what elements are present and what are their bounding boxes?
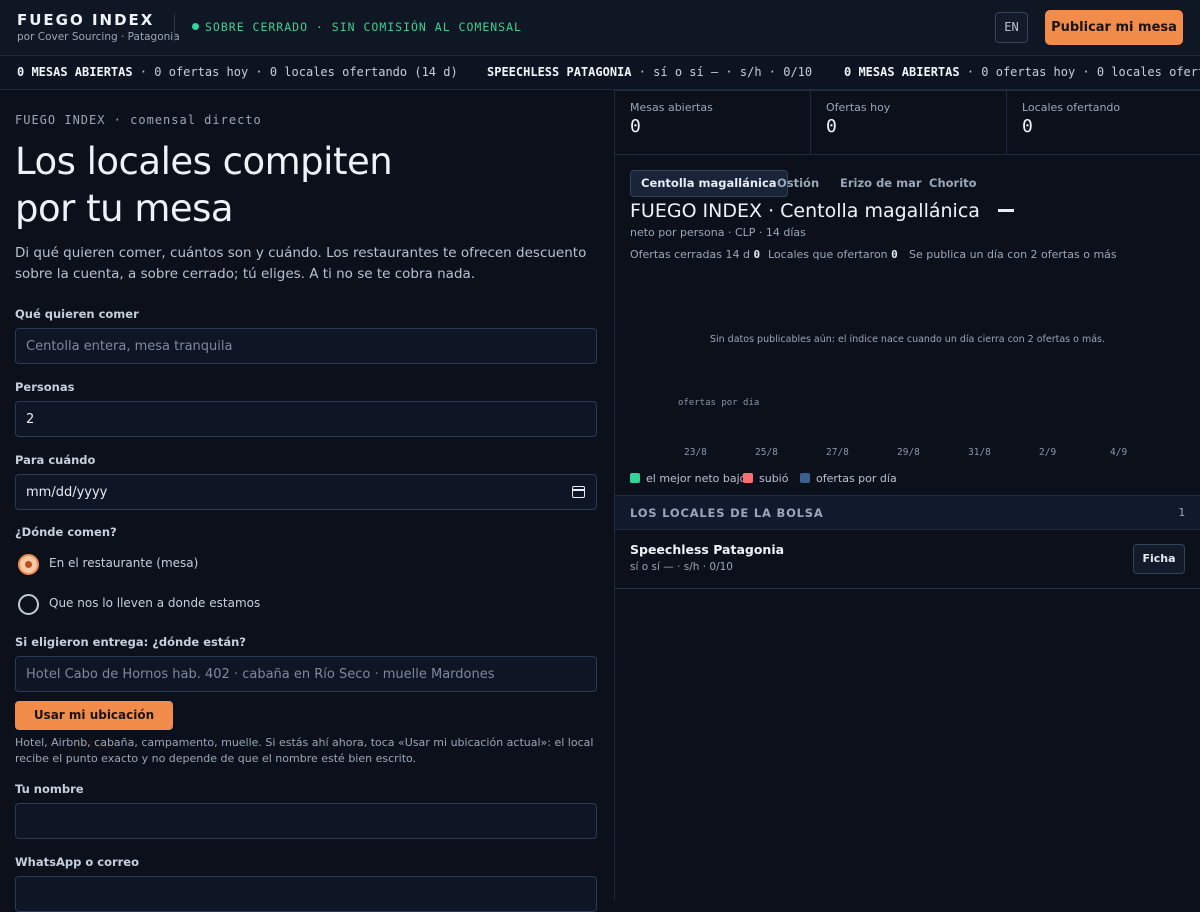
stat-value: 0 (826, 116, 837, 137)
stat-bidding-venues: Locales ofertando 0 (1006, 91, 1200, 154)
what-input[interactable]: Centolla entera, mesa tranquila (15, 328, 597, 364)
where-label: ¿Dónde comen? (15, 525, 117, 539)
chart-empty-message: Sin datos publicables aún: el índice nac… (709, 334, 1106, 345)
legend-label: el mejor neto bajó (646, 472, 747, 485)
radio-delivery[interactable] (18, 594, 39, 615)
index-subtitle: neto por persona · CLP · 14 días (630, 226, 806, 239)
publish-table-button[interactable]: Publicar mi mesa (1045, 10, 1183, 45)
metric-value: 0 (891, 248, 898, 261)
stat-value: 0 (1022, 116, 1033, 137)
list-item: Speechless Patagonia sí o sí — · s/h · 0… (615, 531, 1200, 589)
chart-legend-item: ofertas por día (800, 472, 897, 485)
tab-erizo[interactable]: Erizo de mar (840, 170, 922, 197)
stat-value: 0 (630, 116, 641, 137)
chart-legend-item: el mejor neto bajó (630, 472, 746, 485)
location-hint: Hotel, Airbnb, cabaña, campamento, muell… (15, 736, 594, 765)
chart-x-tick: 29/8 (897, 447, 920, 458)
form-intro: Di qué quieren comer, cuántos son y cuán… (15, 245, 587, 282)
legend-label: ofertas por día (816, 472, 897, 485)
chart-x-tick: 23/8 (684, 447, 707, 458)
ticker-item-bold: 0 MESAS ABIERTAS (844, 65, 960, 79)
chart-x-tick: 27/8 (826, 447, 849, 458)
stat-offers-today: Ofertas hoy 0 (810, 91, 1006, 154)
tab-centolla[interactable]: Centolla magallánica (630, 170, 788, 197)
date-input[interactable]: mm/dd/yyyy (15, 474, 597, 510)
name-label: Tu nombre (15, 782, 84, 796)
form-eyebrow: FUEGO INDEX · comensal directo (15, 113, 262, 127)
page-title-line2: por tu mesa (15, 187, 234, 230)
stat-label: Locales ofertando (1022, 101, 1121, 114)
legend-swatch-icon (800, 473, 810, 483)
chart-x-tick: 4/9 (1110, 447, 1128, 458)
chart-y-axis-label: ofertas por dia (678, 398, 760, 408)
ticker-item-text: · 0 ofertas hoy · 0 locales ofertando (1… (966, 65, 1200, 79)
delivery-location-label: Si eligieron entrega: ¿dónde están? (15, 635, 246, 649)
ticker-item: SPEECHLESS PATAGONIA · sí o sí — · s/h ·… (487, 65, 812, 79)
legend-swatch-icon (630, 473, 640, 483)
header-divider (174, 13, 175, 42)
ticker-bar: 0 MESAS ABIERTAS · 0 ofertas hoy · 0 loc… (0, 56, 1200, 90)
brand-name: FUEGO INDEX (17, 11, 155, 29)
chart-x-tick: 2/9 (1039, 447, 1057, 458)
chart-legend-item: subió (743, 472, 788, 485)
index-title: FUEGO INDEX · Centolla magallánica (630, 200, 980, 222)
tab-ostion[interactable]: Ostión (777, 170, 819, 197)
index-trend-dash (998, 209, 1014, 212)
venues-section-title: LOS LOCALES DE LA BOLSA (630, 506, 824, 520)
delivery-location-input[interactable]: Hotel Cabo de Hornos hab. 402 · cabaña e… (15, 656, 597, 692)
stat-label: Mesas abiertas (630, 101, 713, 114)
brand[interactable]: FUEGO INDEX por Cover Sourcing · Patagon… (17, 11, 180, 43)
date-input-value: mm/dd/yyyy (26, 485, 108, 500)
venues-section-header: LOS LOCALES DE LA BOLSA 1 (615, 495, 1200, 530)
metric-label: Ofertas cerradas 14 d (630, 248, 750, 261)
tab-chorito[interactable]: Chorito (929, 170, 977, 197)
name-input[interactable] (15, 803, 597, 839)
radio-restaurant-label[interactable]: En el restaurante (mesa) (49, 556, 198, 570)
stats-bar: Mesas abiertas 0 Ofertas hoy 0 Locales o… (615, 90, 1200, 155)
venues-count: 1 (1178, 506, 1185, 519)
venue-meta: sí o sí — · s/h · 0/10 (630, 561, 733, 573)
radio-restaurant[interactable] (18, 554, 39, 575)
calendar-icon[interactable] (572, 486, 585, 498)
top-bar: FUEGO INDEX por Cover Sourcing · Patagon… (0, 0, 1200, 56)
ticker-item-bold: SPEECHLESS PATAGONIA (487, 65, 632, 79)
chart-x-tick: 25/8 (755, 447, 778, 458)
stat-open-tables: Mesas abiertas 0 (615, 91, 810, 154)
ticker-item-text: · sí o sí — · s/h · 0/10 (631, 65, 813, 79)
contact-input[interactable] (15, 876, 597, 912)
page-title-line1: Los locales compiten (15, 140, 393, 183)
metric-value: 0 (753, 248, 761, 261)
publish-rule: Se publica un día con 2 ofertas o más (909, 248, 1117, 261)
venue-profile-button[interactable]: Ficha (1133, 544, 1185, 574)
radio-delivery-label[interactable]: Que nos lo lleven a donde estamos (49, 596, 260, 610)
ticker-item-text: · 0 ofertas hoy · 0 locales ofertando (1… (132, 65, 458, 79)
date-label: Para cuándo (15, 453, 96, 467)
request-form-panel: FUEGO INDEX · comensal directo Los local… (0, 90, 615, 912)
language-toggle-button[interactable]: EN (995, 12, 1028, 43)
chart-x-tick: 31/8 (968, 447, 991, 458)
people-label: Personas (15, 380, 75, 394)
ticker-item: 0 MESAS ABIERTAS · 0 ofertas hoy · 0 loc… (844, 65, 1200, 79)
legend-swatch-icon (743, 473, 753, 483)
people-input[interactable]: 2 (15, 401, 597, 437)
what-label: Qué quieren comer (15, 307, 139, 321)
bidders-metric: Locales que ofertaron 0 (768, 248, 898, 261)
status-indicator: SOBRE CERRADO · SIN COMISIÓN AL COMENSAL (192, 20, 522, 34)
use-location-button[interactable]: Usar mi ubicación actual (15, 701, 173, 751)
stat-label: Ofertas hoy (826, 101, 891, 114)
venue-name: Speechless Patagonia (630, 542, 785, 557)
ticker-item-bold: 0 MESAS ABIERTAS (17, 65, 133, 79)
closed-offers-metric: Ofertas cerradas 14 d 0 (630, 248, 760, 261)
legend-label: subió (759, 472, 789, 485)
contact-label: WhatsApp o correo (15, 855, 140, 869)
page-title: Los locales compiten por tu mesa (15, 138, 393, 232)
status-dot-icon (192, 23, 199, 30)
status-text: SOBRE CERRADO · SIN COMISIÓN AL COMENSAL (205, 20, 522, 34)
metric-label: Locales que ofertaron (768, 248, 888, 261)
brand-subtitle: por Cover Sourcing · Patagonia (17, 31, 180, 43)
ticker-item: 0 MESAS ABIERTAS · 0 ofertas hoy · 0 loc… (17, 65, 458, 79)
